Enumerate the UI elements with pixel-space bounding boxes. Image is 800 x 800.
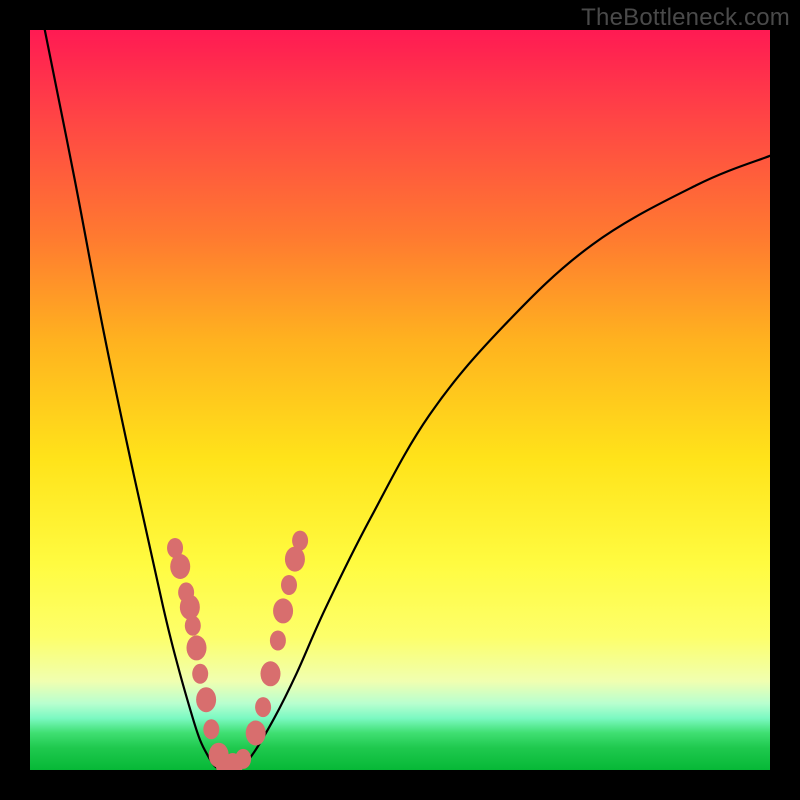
- data-marker: [285, 547, 305, 572]
- chart-frame: TheBottleneck.com: [0, 0, 800, 800]
- watermark-text: TheBottleneck.com: [581, 4, 790, 32]
- data-marker: [261, 661, 281, 686]
- data-marker: [187, 635, 207, 660]
- data-marker: [185, 616, 201, 636]
- data-marker: [203, 719, 219, 739]
- data-marker: [281, 575, 297, 595]
- data-marker: [180, 595, 200, 620]
- series-right-branch: [237, 156, 770, 770]
- chart-svg: [30, 30, 770, 770]
- data-marker: [196, 687, 216, 712]
- data-marker: [235, 749, 251, 769]
- data-marker: [292, 531, 308, 551]
- plot-area: [30, 30, 770, 770]
- marker-group: [167, 531, 308, 770]
- data-marker: [170, 554, 190, 579]
- data-marker: [192, 664, 208, 684]
- data-marker: [270, 631, 286, 651]
- data-marker: [246, 721, 266, 746]
- data-marker: [255, 697, 271, 717]
- data-marker: [273, 598, 293, 623]
- curve-group: [45, 30, 770, 770]
